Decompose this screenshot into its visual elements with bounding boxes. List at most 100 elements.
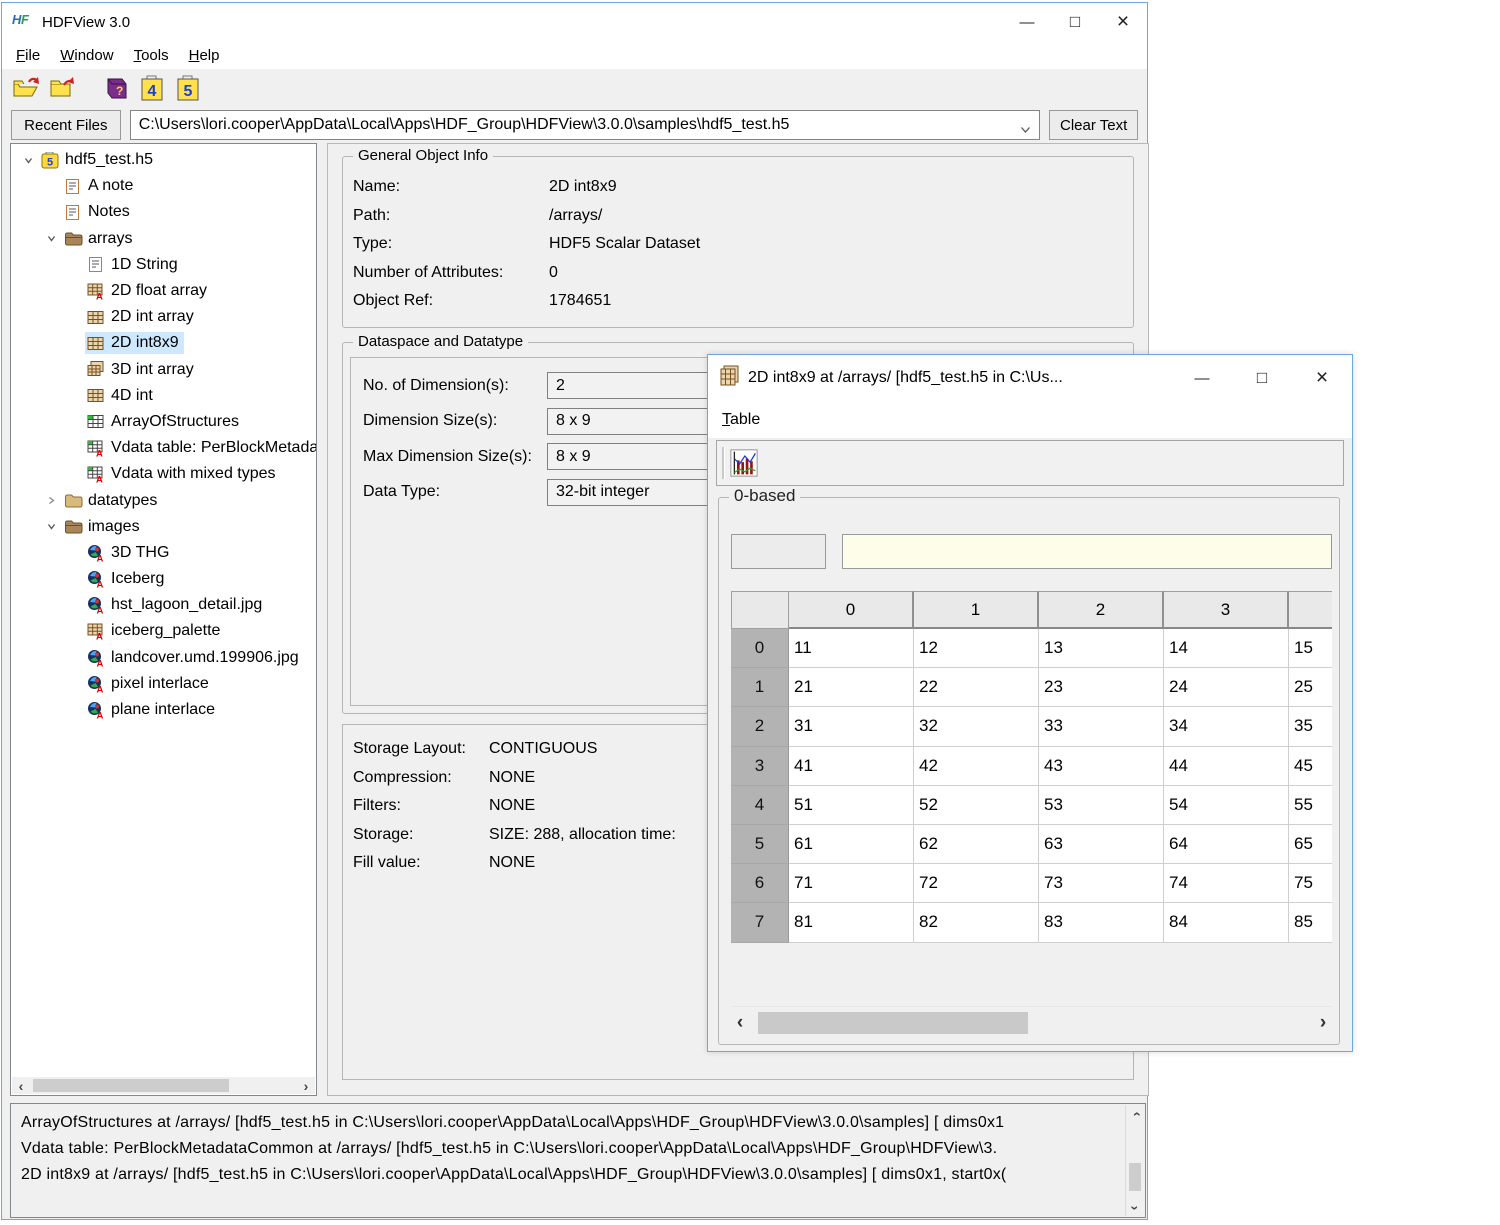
menu-file[interactable]: File bbox=[6, 44, 50, 67]
table-cell[interactable]: 72 bbox=[914, 864, 1039, 903]
table-cell[interactable]: 34 bbox=[1164, 707, 1289, 746]
row-header[interactable]: 1 bbox=[731, 668, 789, 707]
log-v-scrollbar[interactable]: › › bbox=[1125, 1105, 1144, 1216]
table-cell[interactable]: 44 bbox=[1164, 747, 1289, 786]
table-cell[interactable]: 53 bbox=[1039, 786, 1164, 825]
tree-item-1d-string[interactable]: 1D String bbox=[11, 252, 316, 278]
tree-item-iceberg[interactable]: AIceberg bbox=[11, 566, 316, 592]
column-header[interactable]: 2 bbox=[1039, 591, 1164, 629]
table-cell[interactable]: 62 bbox=[914, 825, 1039, 864]
tree-item-2d-int-array[interactable]: 2D int array bbox=[11, 304, 316, 330]
file-path-combobox[interactable]: C:\Users\lori.cooper\AppData\Local\Apps\… bbox=[130, 110, 1041, 140]
main-titlebar[interactable]: HF HDFView 3.0 — □ × bbox=[2, 3, 1147, 41]
collapse-icon[interactable] bbox=[40, 521, 62, 532]
menu-window[interactable]: Window bbox=[50, 44, 123, 67]
cell-value-field[interactable] bbox=[842, 534, 1332, 569]
scroll-left-button[interactable]: ‹ bbox=[12, 1077, 30, 1094]
table-cell[interactable]: 83 bbox=[1039, 903, 1164, 942]
table-cell[interactable]: 22 bbox=[914, 668, 1039, 707]
hdf5-icon[interactable]: 5 bbox=[174, 74, 202, 102]
tree-item-images[interactable]: images bbox=[11, 514, 316, 540]
table-cell[interactable]: 64 bbox=[1164, 825, 1289, 864]
table-cell[interactable]: 21 bbox=[789, 668, 914, 707]
row-header[interactable]: 2 bbox=[731, 707, 789, 746]
table-window-titlebar[interactable]: 2D int8x9 at /arrays/ [hdf5_test.h5 in C… bbox=[708, 355, 1352, 401]
hdf4-icon[interactable]: 4 bbox=[138, 74, 166, 102]
tree-item-2d-int8x9[interactable]: 2D int8x9 bbox=[11, 330, 316, 356]
tree-item-arrayofstructures[interactable]: ArrayOfStructures bbox=[11, 409, 316, 435]
menu-tools[interactable]: Tools bbox=[124, 44, 179, 67]
minimize-button[interactable]: — bbox=[1172, 355, 1232, 401]
tree-item-2d-float-array[interactable]: A2D float array bbox=[11, 278, 316, 304]
table-corner[interactable] bbox=[731, 591, 789, 629]
row-header[interactable]: 0 bbox=[731, 629, 789, 668]
tree-h-scrollbar[interactable]: ‹ › bbox=[12, 1077, 315, 1094]
tree-item-3d-int-array[interactable]: 3D int array bbox=[11, 357, 316, 383]
lineplot-icon[interactable] bbox=[730, 449, 758, 477]
tree-item-arrays[interactable]: arrays bbox=[11, 226, 316, 252]
minimize-button[interactable]: — bbox=[1003, 3, 1051, 41]
table-cell[interactable]: 11 bbox=[789, 629, 914, 668]
table-cell[interactable]: 81 bbox=[789, 903, 914, 942]
scroll-down-button[interactable]: › bbox=[1126, 1199, 1144, 1216]
table-cell[interactable]: 55 bbox=[1289, 786, 1332, 825]
tree-item-plane-interlace[interactable]: Aplane interlace bbox=[11, 697, 316, 723]
scrollbar-thumb[interactable] bbox=[758, 1012, 1028, 1034]
open-file-icon[interactable] bbox=[12, 74, 40, 102]
row-header[interactable]: 3 bbox=[731, 747, 789, 786]
expand-icon[interactable] bbox=[40, 495, 62, 506]
column-header[interactable]: 4 bbox=[1289, 591, 1332, 629]
tree-item-a-note[interactable]: A note bbox=[11, 173, 316, 199]
row-header[interactable]: 5 bbox=[731, 825, 789, 864]
status-log[interactable]: ArrayOfStructures at /arrays/ [hdf5_test… bbox=[10, 1103, 1146, 1218]
row-header[interactable]: 7 bbox=[731, 903, 789, 942]
tree-item-4d-int[interactable]: 4D int bbox=[11, 383, 316, 409]
collapse-icon[interactable] bbox=[17, 155, 39, 166]
table-cell[interactable]: 33 bbox=[1039, 707, 1164, 746]
table-cell[interactable]: 65 bbox=[1289, 825, 1332, 864]
column-header[interactable]: 3 bbox=[1164, 591, 1289, 629]
clear-text-button[interactable]: Clear Text bbox=[1049, 110, 1138, 140]
table-cell[interactable]: 63 bbox=[1039, 825, 1164, 864]
table-cell[interactable]: 71 bbox=[789, 864, 914, 903]
cell-reference-field[interactable] bbox=[731, 534, 826, 569]
table-cell[interactable]: 42 bbox=[914, 747, 1039, 786]
tree-item-pixel-interlace[interactable]: Apixel interlace bbox=[11, 671, 316, 697]
table-cell[interactable]: 84 bbox=[1164, 903, 1289, 942]
tree-item-hst-lagoon-detail-jpg[interactable]: Ahst_lagoon_detail.jpg bbox=[11, 592, 316, 618]
table-h-scrollbar[interactable]: ‹ › bbox=[731, 1006, 1332, 1039]
tree-item-hdf5-test-h5[interactable]: 5hdf5_test.h5 bbox=[11, 147, 316, 173]
close-button[interactable]: × bbox=[1099, 3, 1147, 41]
scrollbar-thumb[interactable] bbox=[1129, 1163, 1141, 1191]
scroll-left-button[interactable]: ‹ bbox=[731, 1007, 749, 1039]
table-cell[interactable]: 74 bbox=[1164, 864, 1289, 903]
maximize-button[interactable]: □ bbox=[1051, 3, 1099, 41]
scroll-right-button[interactable]: › bbox=[1314, 1007, 1332, 1039]
tree-item-iceberg-palette[interactable]: Aiceberg_palette bbox=[11, 618, 316, 644]
table-cell[interactable]: 45 bbox=[1289, 747, 1332, 786]
table-cell[interactable]: 24 bbox=[1164, 668, 1289, 707]
table-cell[interactable]: 25 bbox=[1289, 668, 1332, 707]
table-cell[interactable]: 43 bbox=[1039, 747, 1164, 786]
table-cell[interactable]: 31 bbox=[789, 707, 914, 746]
table-cell[interactable]: 54 bbox=[1164, 786, 1289, 825]
chevron-down-icon[interactable] bbox=[1020, 121, 1031, 139]
table-cell[interactable]: 23 bbox=[1039, 668, 1164, 707]
table-cell[interactable]: 13 bbox=[1039, 629, 1164, 668]
row-header[interactable]: 4 bbox=[731, 786, 789, 825]
collapse-icon[interactable] bbox=[40, 233, 62, 244]
menu-help[interactable]: Help bbox=[179, 44, 230, 67]
table-cell[interactable]: 85 bbox=[1289, 903, 1332, 942]
tree-item-vdata-with-mixed-types[interactable]: AVdata with mixed types bbox=[11, 461, 316, 487]
scroll-right-button[interactable]: › bbox=[297, 1077, 315, 1094]
help-book-icon[interactable]: ? bbox=[102, 74, 130, 102]
table-cell[interactable]: 51 bbox=[789, 786, 914, 825]
table-cell[interactable]: 14 bbox=[1164, 629, 1289, 668]
scrollbar-thumb[interactable] bbox=[33, 1079, 229, 1092]
close-button[interactable]: × bbox=[1292, 355, 1352, 401]
recent-files-button[interactable]: Recent Files bbox=[11, 110, 121, 140]
table-cell[interactable]: 35 bbox=[1289, 707, 1332, 746]
table-cell[interactable]: 52 bbox=[914, 786, 1039, 825]
table-cell[interactable]: 73 bbox=[1039, 864, 1164, 903]
tree-item-notes[interactable]: Notes bbox=[11, 199, 316, 225]
